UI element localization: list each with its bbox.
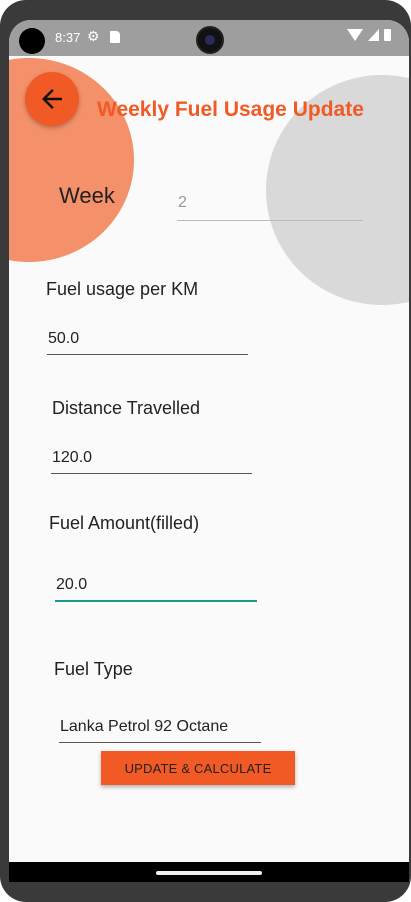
week-input[interactable]: 2 <box>177 192 363 221</box>
status-bar: 8:37 ⚙ <box>9 20 409 56</box>
back-button[interactable] <box>25 72 79 126</box>
fuel-usage-label: Fuel usage per KM <box>46 279 199 299</box>
front-camera <box>196 26 224 54</box>
fuel-type-label: Fuel Type <box>54 659 133 679</box>
wifi-icon <box>347 29 363 41</box>
arrow-left-icon <box>42 89 62 109</box>
status-icons <box>347 29 391 41</box>
gear-icon: ⚙ <box>87 28 100 44</box>
sd-card-icon <box>110 31 120 43</box>
fuel-type-input[interactable]: Lanka Petrol 92 Octane <box>59 710 261 743</box>
page-title: Weekly Fuel Usage Update <box>97 98 364 121</box>
distance-value: 120.0 <box>52 449 93 466</box>
phone-frame: 8:37 ⚙ Weekly Fuel Usage Update Week 2 F… <box>0 0 411 902</box>
fuel-amount-input[interactable]: 20.0 <box>55 568 257 602</box>
app-screen: 8:37 ⚙ Weekly Fuel Usage Update Week 2 F… <box>9 20 409 882</box>
week-value: 2 <box>178 194 187 211</box>
fuel-type-value: Lanka Petrol 92 Octane <box>60 718 229 735</box>
week-label: Week <box>59 183 115 208</box>
distance-input[interactable]: 120.0 <box>51 441 252 474</box>
status-time: 8:37 <box>55 30 81 45</box>
fuel-amount-label: Fuel Amount(filled) <box>49 513 200 533</box>
battery-icon <box>384 29 391 41</box>
signal-icon <box>368 29 379 41</box>
fuel-amount-value: 20.0 <box>56 576 88 593</box>
camera-cutout <box>19 28 45 54</box>
home-gesture-handle[interactable] <box>156 871 262 875</box>
fuel-usage-value: 50.0 <box>48 330 80 347</box>
fuel-usage-input[interactable]: 50.0 <box>47 322 248 355</box>
update-calculate-button[interactable]: UPDATE & CALCULATE <box>101 751 295 785</box>
distance-label: Distance Travelled <box>52 398 201 418</box>
